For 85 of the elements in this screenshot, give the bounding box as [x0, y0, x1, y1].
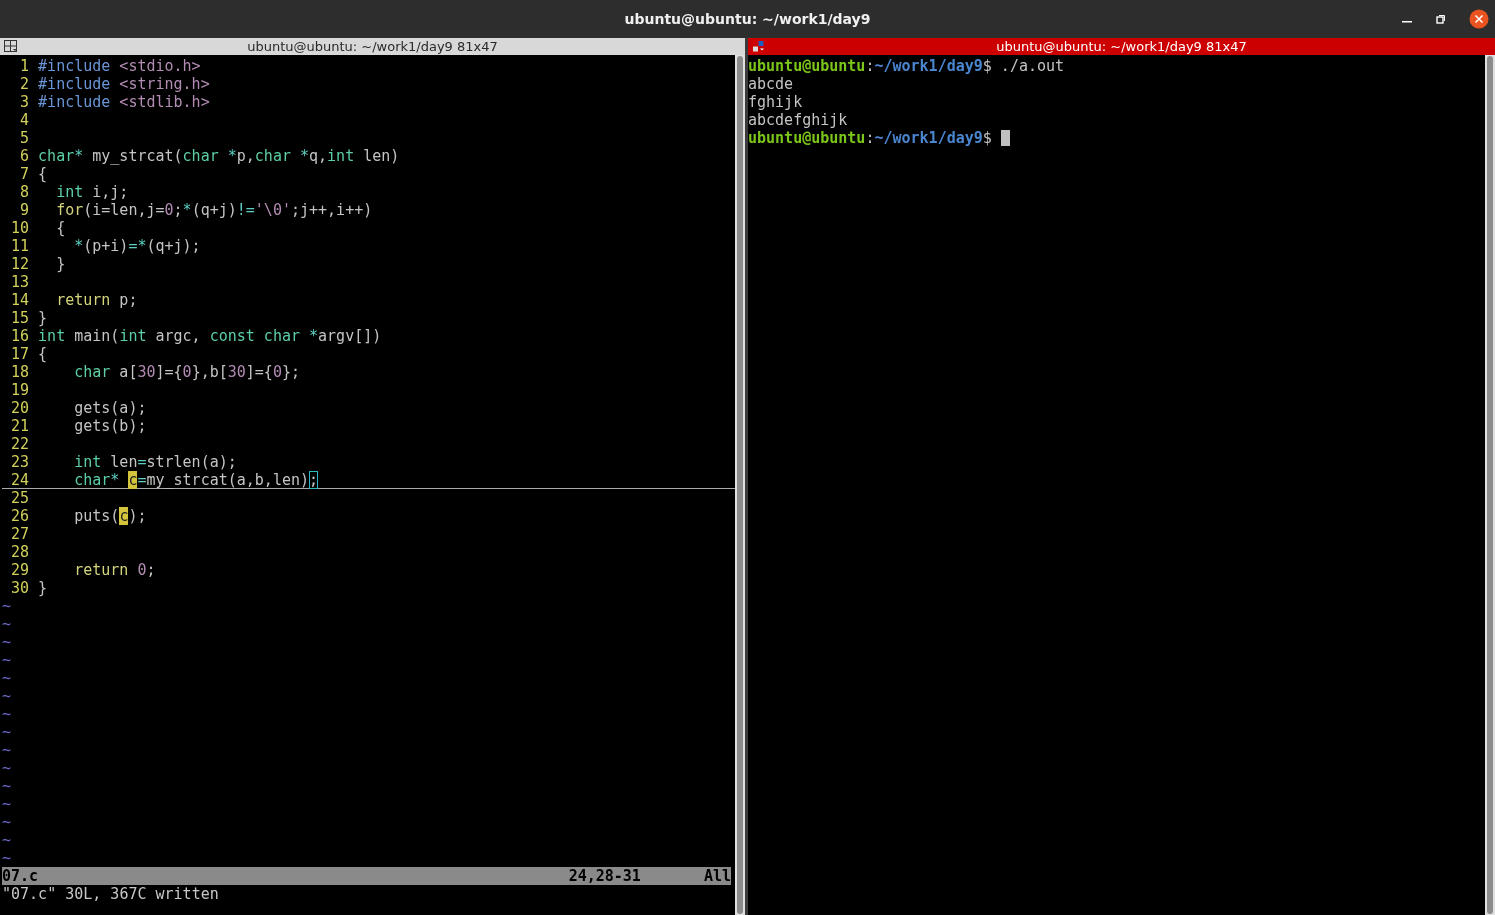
empty-line-marker: ~ — [2, 723, 12, 741]
empty-line-marker: ~ — [2, 597, 12, 615]
empty-line-marker: ~ — [2, 651, 12, 669]
code-line: int i,j; — [55, 183, 129, 201]
code-line: { — [38, 345, 48, 363]
scrollbar[interactable] — [1485, 55, 1495, 915]
code-line: #include <stdio.h> — [38, 57, 201, 75]
code-line: } — [38, 309, 48, 327]
empty-line-marker: ~ — [2, 615, 12, 633]
code-line: char* my_strcat(char *p,char *q,int len) — [38, 147, 400, 165]
line-number: 12 — [10, 255, 30, 273]
maximize-icon[interactable] — [1435, 13, 1447, 25]
code-line: gets(a); — [73, 399, 147, 417]
line-number: 22 — [10, 435, 30, 453]
code-line: } — [55, 255, 66, 273]
code-line: #include <string.h> — [38, 75, 210, 93]
scrollbar[interactable] — [735, 55, 745, 915]
line-number: 11 — [10, 237, 30, 255]
code-line: return 0; — [73, 561, 156, 579]
line-number: 24 — [10, 471, 30, 488]
code-line: puts(c); — [73, 507, 147, 525]
line-number: 28 — [10, 543, 30, 561]
line-number: 25 — [10, 489, 30, 507]
line-number: 10 — [10, 219, 30, 237]
line-number: 6 — [19, 147, 30, 165]
code-line: gets(b); — [73, 417, 147, 435]
window-title: ubuntu@ubuntu: ~/work1/day9 — [624, 11, 871, 27]
line-number: 17 — [10, 345, 30, 363]
empty-line-marker: ~ — [2, 777, 12, 795]
empty-line-marker: ~ — [2, 741, 12, 759]
code-line: } — [38, 579, 48, 597]
code-line: { — [38, 165, 48, 183]
line-number: 26 — [10, 507, 30, 525]
terminal-line: abcdefghijk — [748, 111, 848, 129]
cursor-position: 24,28-31 — [568, 867, 641, 885]
line-number: 13 — [10, 273, 30, 291]
line-number: 9 — [19, 201, 30, 219]
line-number: 19 — [10, 381, 30, 399]
line-number: 29 — [10, 561, 30, 579]
line-number: 23 — [10, 453, 30, 471]
empty-line-marker: ~ — [2, 849, 12, 867]
code-line: for(i=len,j=0;*(q+j)!='\0';j++,i++) — [55, 201, 373, 219]
pane-title: ubuntu@ubuntu: ~/work1/day9 81x47 — [247, 39, 498, 54]
code-line: int len=strlen(a); — [73, 453, 237, 471]
empty-line-marker: ~ — [2, 669, 12, 687]
line-number: 2 — [19, 75, 30, 93]
line-number: 14 — [10, 291, 30, 309]
code-line: char a[30]={0},b[30]={0}; — [73, 363, 300, 381]
terminal-line: ubuntu@ubuntu:~/work1/day9$ — [748, 129, 993, 147]
line-number: 5 — [19, 129, 30, 147]
terminal-line: abcde — [748, 75, 794, 93]
empty-line-marker: ~ — [2, 705, 12, 723]
scroll-position: All — [703, 867, 731, 885]
line-number: 4 — [19, 111, 30, 129]
pane-title: ubuntu@ubuntu: ~/work1/day9 81x47 — [996, 39, 1247, 54]
message-line: "07.c" 30L, 367C written — [2, 885, 219, 903]
line-number: 16 — [10, 327, 30, 345]
empty-line-marker: ~ — [2, 795, 12, 813]
line-number: 20 — [10, 399, 30, 417]
line-number: 18 — [10, 363, 30, 381]
terminal-line: ubuntu@ubuntu:~/work1/day9$ ./a.out — [748, 57, 1065, 75]
line-number: 3 — [19, 93, 30, 111]
file-name: 07.c — [2, 867, 39, 885]
terminal-line: fghijk — [748, 93, 803, 111]
empty-line-marker: ~ — [2, 633, 12, 651]
line-number: 27 — [10, 525, 30, 543]
line-number: 30 — [10, 579, 30, 597]
line-number: 15 — [10, 309, 30, 327]
code-line: char* c=my_strcat(a,b,len); — [73, 471, 319, 488]
line-number: 1 — [19, 57, 30, 75]
close-icon[interactable] — [1469, 9, 1489, 29]
code-line: *(p+i)=*(q+j); — [73, 237, 201, 255]
code-line: int main(int argc, const char *argv[]) — [38, 327, 382, 345]
empty-line-marker: ~ — [2, 813, 12, 831]
line-number: 21 — [10, 417, 30, 435]
empty-line-marker: ~ — [2, 687, 12, 705]
code-line: return p; — [55, 291, 138, 309]
line-number: 8 — [19, 183, 30, 201]
code-line: #include <stdlib.h> — [38, 93, 210, 111]
grid-icon[interactable] — [4, 40, 18, 53]
empty-line-marker: ~ — [2, 759, 12, 777]
empty-line-marker: ~ — [2, 831, 12, 849]
line-number: 7 — [19, 165, 30, 183]
squares-icon[interactable] — [752, 40, 766, 53]
code-line: { — [55, 219, 66, 237]
